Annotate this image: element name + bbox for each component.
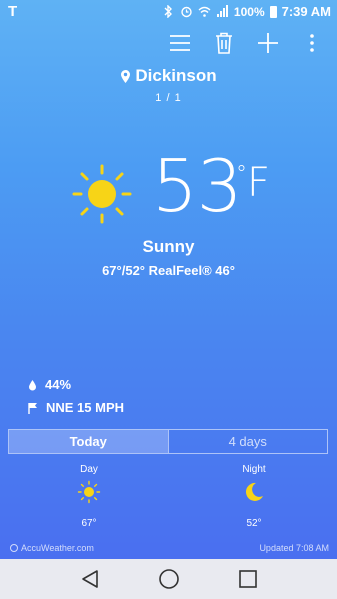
tab-4-days[interactable]: 4 days — [167, 430, 328, 453]
updated-time: Updated 7:08 AM — [259, 543, 329, 553]
location-page-indicator: 1 / 1 — [155, 91, 182, 104]
signal-icon — [216, 5, 229, 18]
accuweather-link[interactable]: AccuWeather.com — [10, 543, 94, 553]
recents-icon[interactable] — [236, 567, 260, 591]
humidity-value: 44% — [45, 377, 72, 392]
footer: AccuWeather.com Updated 7:08 AM — [10, 543, 329, 553]
accuweather-logo-icon — [10, 544, 18, 552]
forecast-tabs: Today 4 days — [8, 429, 328, 454]
alarm-icon — [180, 5, 193, 18]
day-sun-icon — [77, 480, 101, 504]
night-temperature: 52° — [246, 518, 262, 529]
tab-today[interactable]: Today — [9, 430, 168, 453]
night-forecast: Night 52° — [168, 464, 336, 529]
current-temperature: 53 — [152, 144, 243, 228]
wind-value: NNE 15 MPH — [46, 400, 125, 415]
location-pin-icon — [121, 69, 131, 83]
temperature-unit: °F — [236, 160, 271, 206]
brand-text: AccuWeather.com — [21, 543, 94, 553]
wind-flag-icon — [28, 402, 37, 414]
degree-symbol: ° — [236, 162, 247, 187]
high-low-realfeel: 67°/52° RealFeel® 46° — [102, 263, 235, 278]
location-name: Dickinson — [135, 66, 217, 85]
day-label: Day — [80, 464, 98, 475]
location-header[interactable]: Dickinson 1 / 1 — [0, 66, 337, 104]
bluetooth-icon — [162, 5, 175, 18]
battery-percentage: 100% — [233, 4, 265, 19]
battery-icon — [269, 5, 277, 18]
menu-icon[interactable] — [167, 30, 193, 56]
delete-icon[interactable] — [211, 30, 237, 56]
status-bar: T 100% 7:39 AM — [0, 0, 337, 24]
navigation-bar — [0, 559, 337, 599]
weather-condition: Sunny — [142, 237, 195, 256]
today-forecast: Day 67° Night 52° — [0, 464, 337, 529]
status-icons: 100% 7:39 AM — [162, 4, 331, 19]
action-bar — [167, 30, 325, 56]
weather-screen: T 100% 7:39 AM Dickinson 1 / 1 53 °F Sun… — [0, 0, 337, 559]
wind-row: NNE 15 MPH — [28, 400, 124, 415]
night-label: Night — [242, 464, 266, 475]
home-icon[interactable] — [157, 567, 181, 591]
humidity-drop-icon — [29, 379, 36, 390]
day-temperature: 67° — [81, 518, 97, 529]
wifi-icon — [198, 5, 211, 18]
day-forecast: Day 67° — [0, 464, 168, 529]
more-icon[interactable] — [299, 30, 325, 56]
add-icon[interactable] — [255, 30, 281, 56]
humidity-row: 44% — [28, 377, 71, 392]
clock: 7:39 AM — [281, 4, 331, 19]
moon-icon — [245, 482, 263, 501]
back-icon[interactable] — [78, 567, 102, 591]
carrier-logo: T — [8, 3, 18, 20]
sun-icon — [72, 164, 132, 224]
